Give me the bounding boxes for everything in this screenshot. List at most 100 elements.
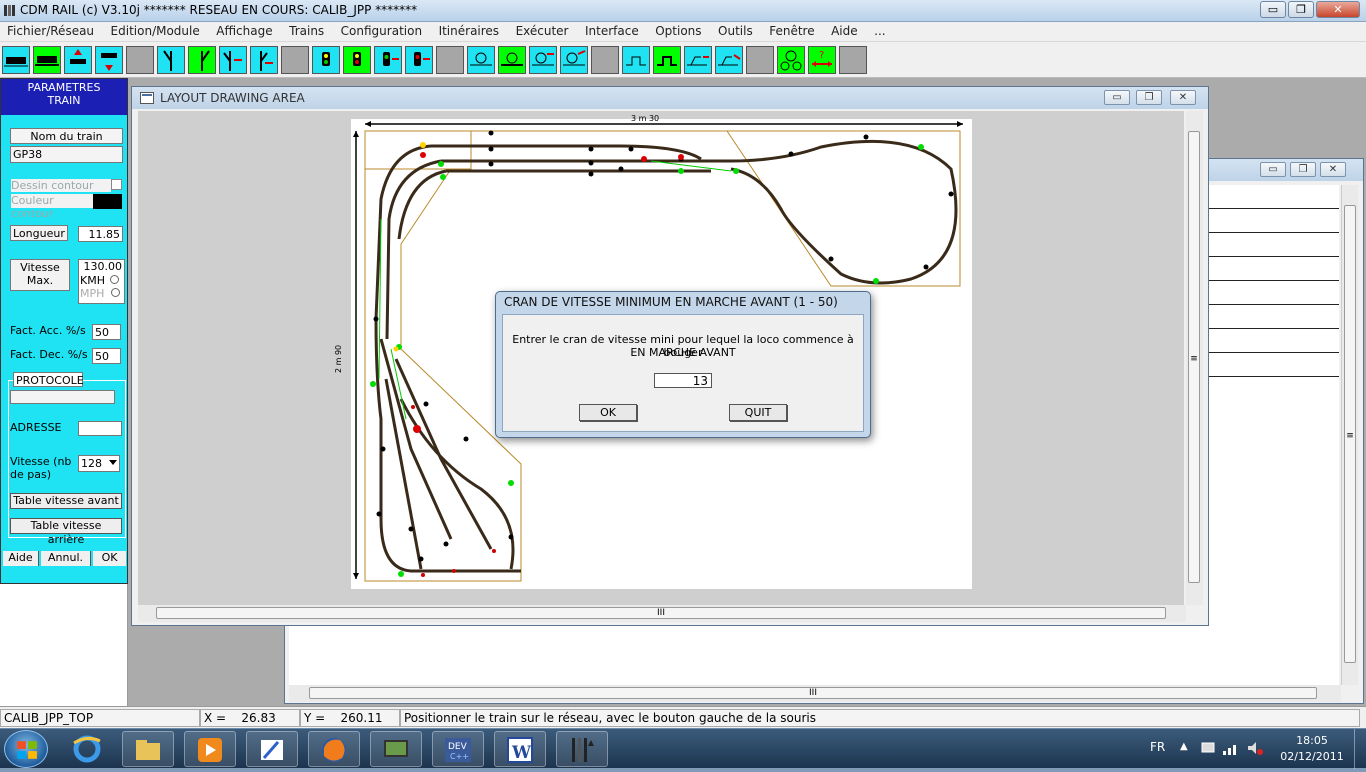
language-indicator[interactable]: FR [1150,740,1165,754]
menu-itineraires[interactable]: Itinéraires [432,22,506,38]
layout-close-button[interactable]: ✕ [1170,90,1196,105]
mph-option[interactable]: MPH [79,287,124,300]
toolbar-button-signal-arrow2[interactable] [405,46,433,74]
toolbar-button-train[interactable] [2,46,30,74]
toolbar-button-blank[interactable] [126,46,154,74]
secondary-minimize-button[interactable]: ▭ [1260,162,1286,177]
toolbar-button-switch-right[interactable] [188,46,216,74]
toolbar-button-turntable[interactable] [777,46,805,74]
layout-vscrollbar[interactable]: ≡ [1186,111,1203,605]
menu-options[interactable]: Options [648,22,707,38]
clock-time[interactable]: 18:05 [1282,734,1342,747]
volume-muted-icon[interactable] [1246,740,1264,756]
toolbar-button-blank[interactable] [839,46,867,74]
toolbar-button-help-route[interactable]: ? [808,46,836,74]
close-button[interactable]: ✕ [1316,1,1360,18]
steps-select[interactable]: 128 [78,455,120,472]
secondary-vscrollbar[interactable]: ≡ [1341,185,1358,685]
cancel-button[interactable]: Annul. [41,551,91,566]
outline-drawing-checkbox[interactable] [111,179,122,190]
outline-color-swatch[interactable] [93,194,122,209]
show-desktop-button[interactable] [1354,729,1366,769]
menu-outils[interactable]: Outils [711,22,759,38]
secondary-maximize-button[interactable]: ❐ [1290,162,1316,177]
toolbar-button-contact-on[interactable] [653,46,681,74]
layout-vscroll-thumb[interactable]: ≡ [1188,131,1200,583]
taskbar-explorer-button[interactable] [122,731,174,767]
menu-more[interactable]: ... [867,22,891,38]
clock-date[interactable]: 02/12/2011 [1278,750,1346,763]
taskbar-paint-button[interactable] [246,731,298,767]
taskbar-media-player-button[interactable] [184,731,236,767]
secondary-hscroll-thumb[interactable]: III [309,687,1317,699]
length-input[interactable]: 11.85 [78,226,123,242]
toolbar-button-signal-arrow[interactable] [374,46,402,74]
toolbar-button-train-on-track[interactable] [33,46,61,74]
menu-fichier[interactable]: Fichier/Réseau [0,22,100,38]
network-icon[interactable] [1200,740,1216,756]
toolbar-button-contact[interactable] [622,46,650,74]
toolbar-button-switch-arrow[interactable] [219,46,247,74]
help-button[interactable]: Aide [3,551,39,566]
toolbar-button-switch-left[interactable] [157,46,185,74]
toolbar-button-blank[interactable] [591,46,619,74]
dialog-quit-button[interactable]: QUIT [729,404,787,421]
vmax-input[interactable]: 130.00 [79,260,124,273]
menu-edition[interactable]: Edition/Module [104,22,206,38]
dialog-ok-button[interactable]: OK [579,404,637,421]
protocol-value[interactable] [10,390,115,404]
detector-on-icon [501,52,523,66]
secondary-hscrollbar[interactable]: III [289,685,1341,702]
toolbar-button-blank[interactable] [436,46,464,74]
maximize-button[interactable]: ❐ [1288,1,1314,18]
secondary-close-button[interactable]: ✕ [1320,162,1346,177]
kmh-radio[interactable] [110,275,120,284]
layout-minimize-button[interactable]: ▭ [1104,90,1130,105]
start-button[interactable] [4,730,48,768]
toolbar-button-contact-arrow2[interactable] [715,46,743,74]
taskbar-devcpp-button[interactable]: DEV C++ [432,731,484,767]
taskbar-monitor-button[interactable] [370,731,422,767]
train-name-input[interactable]: GP38 [10,146,123,163]
menu-executer[interactable]: Exécuter [509,22,575,38]
dec-input[interactable]: 50 [92,348,121,364]
toolbar-button-blank[interactable] [746,46,774,74]
menu-trains[interactable]: Trains [282,22,330,38]
address-input[interactable] [78,421,122,436]
taskbar-cdmrail-button[interactable] [556,731,608,767]
toolbar-button-signal-green[interactable] [312,46,340,74]
mph-radio[interactable] [110,288,120,297]
taskbar-word-button[interactable]: W [494,731,546,767]
min-speed-dialog: CRAN DE VITESSE MINIMUM EN MARCHE AVANT … [495,291,871,438]
taskbar-firefox-button[interactable] [308,731,360,767]
ie-icon[interactable] [70,733,104,765]
toolbar-button-detector-on[interactable] [498,46,526,74]
reverse-speed-table-button[interactable]: Table vitesse arrière [10,518,122,546]
menu-affichage[interactable]: Affichage [209,22,278,38]
toolbar-button-detector[interactable] [467,46,495,74]
toolbar-button-train-down[interactable] [95,46,123,74]
acc-input[interactable]: 50 [92,324,121,340]
menu-aide[interactable]: Aide [824,22,864,38]
toolbar-button-blank[interactable] [281,46,309,74]
toolbar-button-detector-arrow[interactable] [529,46,557,74]
layout-hscrollbar[interactable]: III [138,605,1186,622]
toolbar-button-train-up[interactable] [64,46,92,74]
layout-hscroll-thumb[interactable]: III [156,607,1166,619]
layout-maximize-button[interactable]: ❐ [1136,90,1162,105]
menu-configuration[interactable]: Configuration [334,22,428,38]
show-hidden-icons[interactable]: ▲ [1180,741,1188,752]
speed-step-input[interactable]: 13 [654,373,712,388]
kmh-option[interactable]: KMH [79,274,124,287]
panel-ok-button[interactable]: OK [93,551,126,566]
secondary-vscroll-thumb[interactable]: ≡ [1344,205,1356,663]
toolbar-button-contact-arrow[interactable] [684,46,712,74]
toolbar-button-switch-arrow2[interactable] [250,46,278,74]
toolbar-button-detector-arrow2[interactable] [560,46,588,74]
toolbar-button-signal-red[interactable] [343,46,371,74]
menu-fenetre[interactable]: Fenêtre [762,22,820,38]
menu-interface[interactable]: Interface [578,22,645,38]
minimize-button[interactable]: ▭ [1260,1,1286,18]
signal-bars-icon[interactable] [1222,740,1240,756]
forward-speed-table-button[interactable]: Table vitesse avant [10,493,122,509]
